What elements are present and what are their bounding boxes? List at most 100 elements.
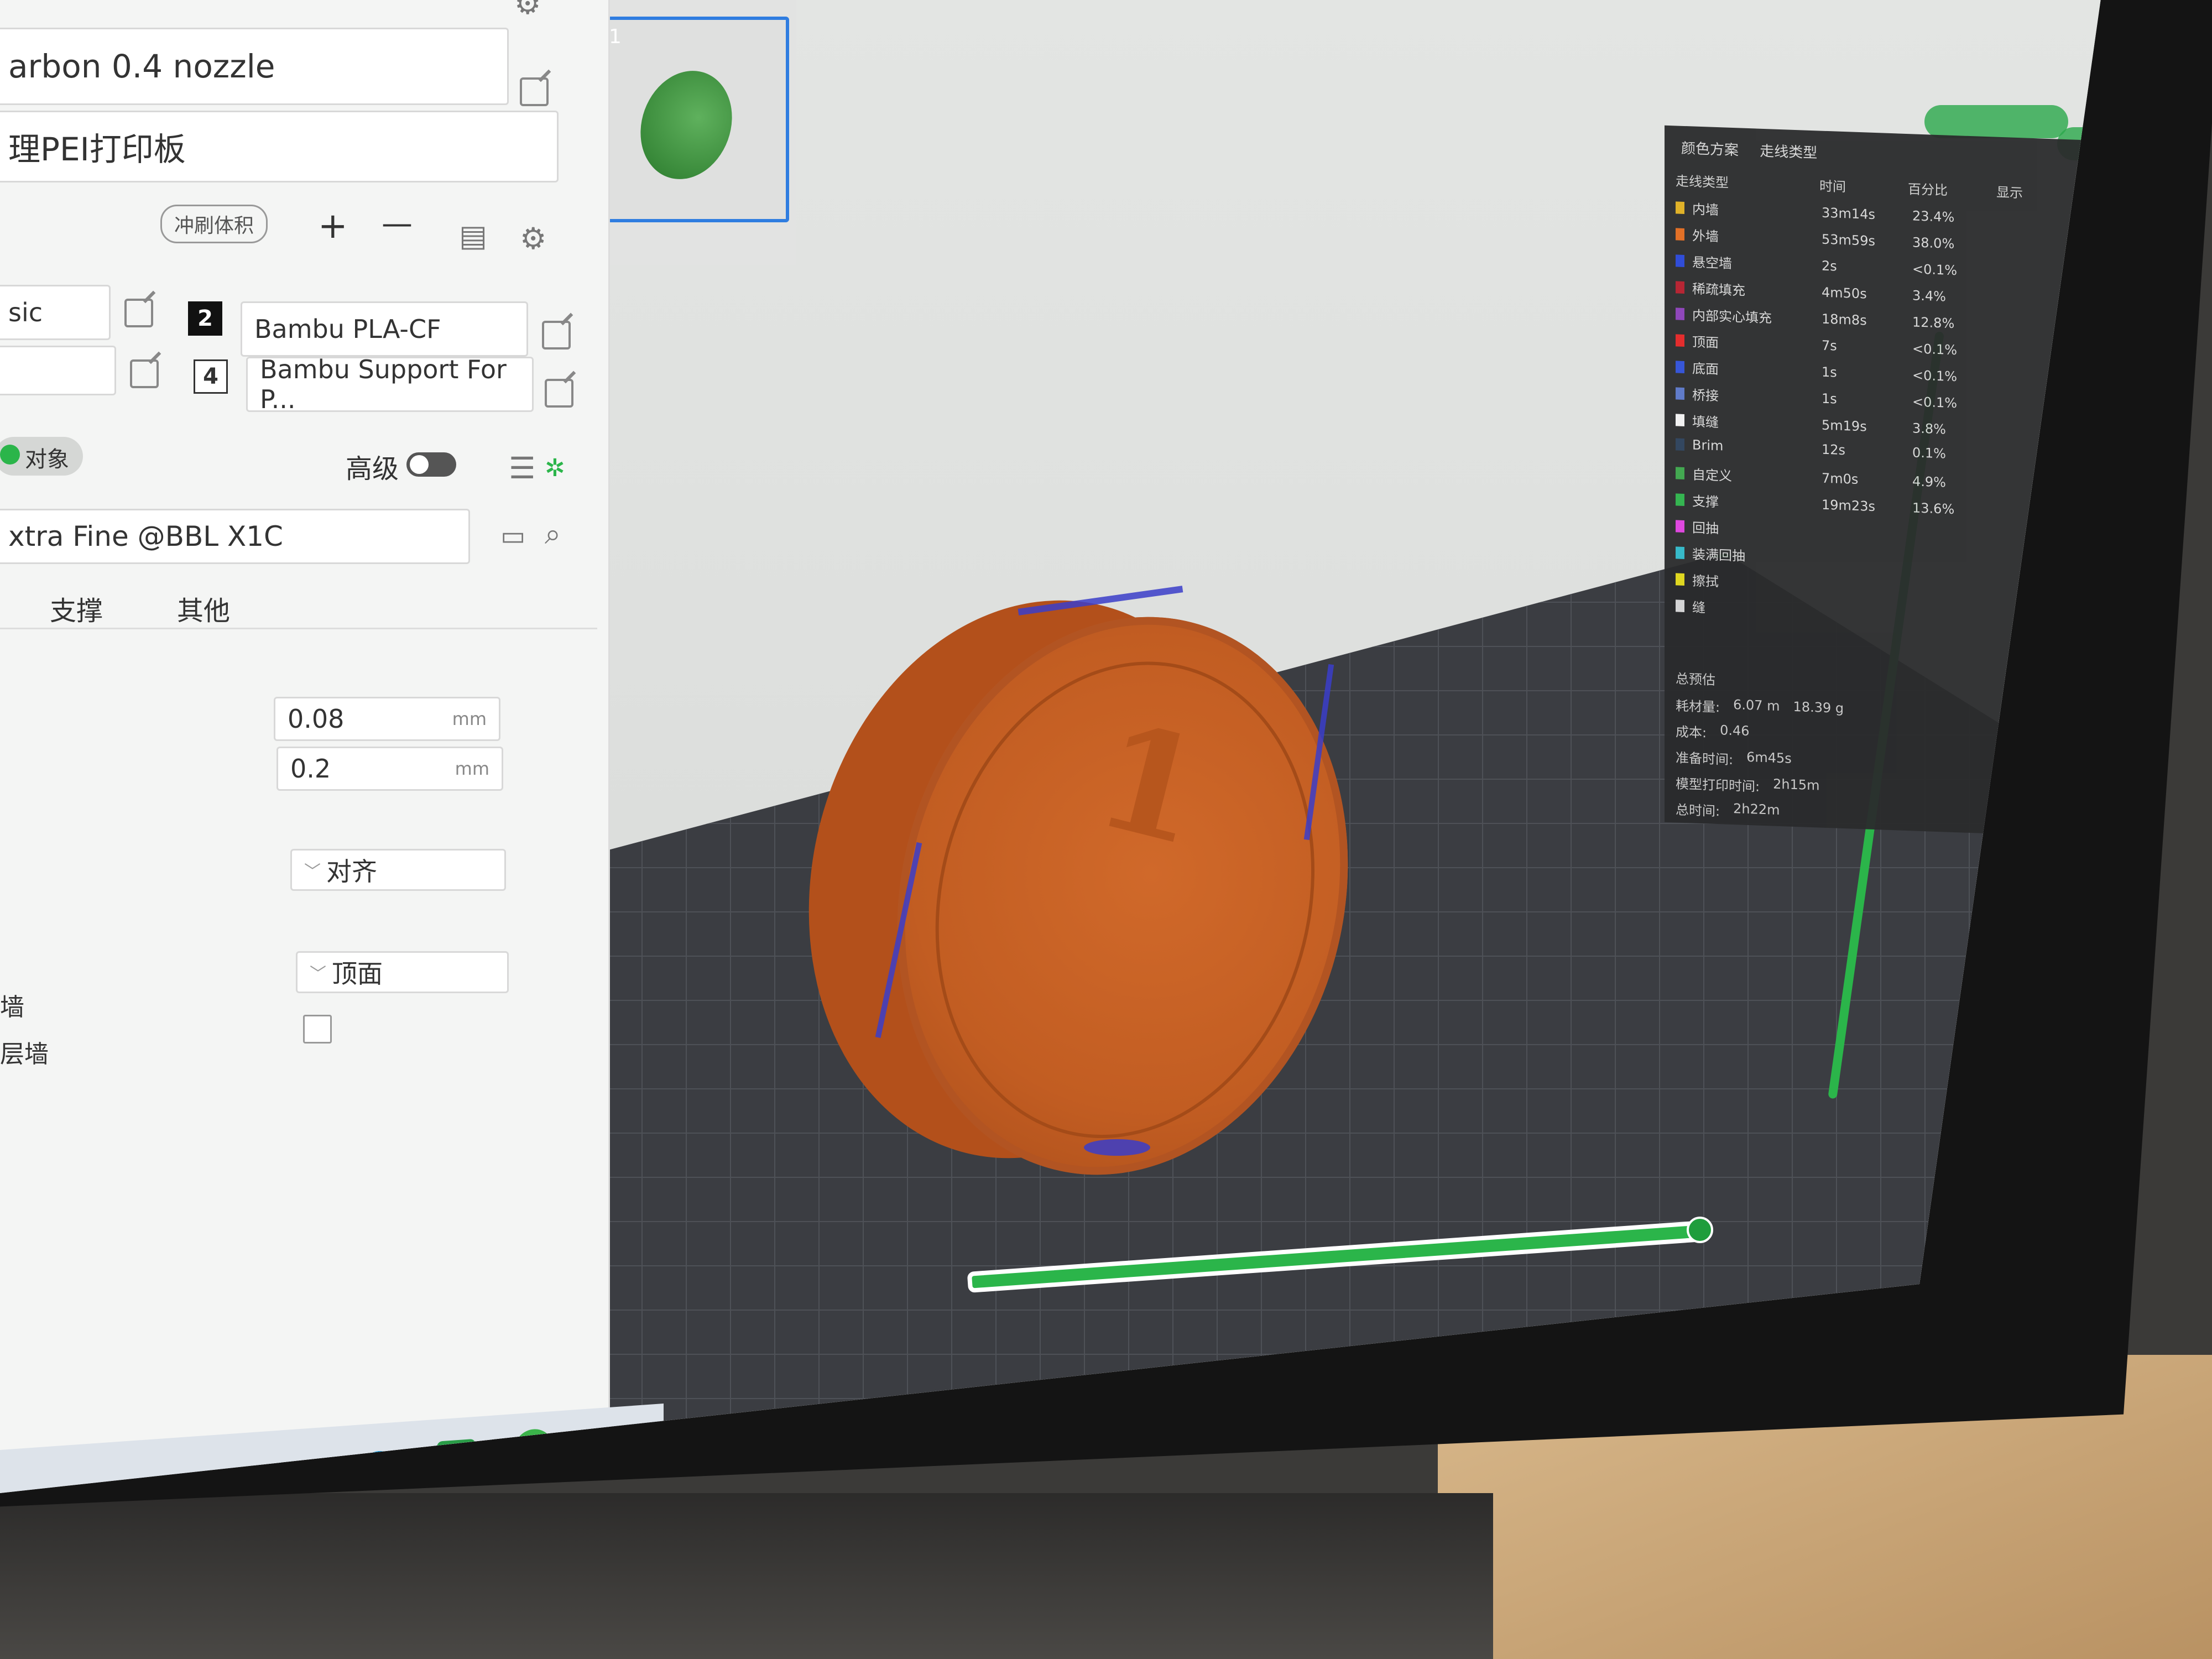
legend-type: 稀疏填充 (1692, 281, 1745, 299)
legend-col-type: 走线类型 (1676, 173, 1729, 191)
legend-percent (1912, 587, 1968, 589)
legend-time: 19m23s (1822, 497, 1875, 514)
edit-filament-icon[interactable] (542, 321, 571, 349)
legend-swatch (1676, 413, 1684, 426)
compare-icon[interactable]: ✲ (545, 456, 565, 481)
edit-printer-icon[interactable] (520, 77, 549, 106)
support-base (1084, 1139, 1150, 1156)
remove-filament-button[interactable]: — (382, 206, 413, 242)
legend-type: Brim (1692, 437, 1724, 454)
printer-select[interactable]: arbon 0.4 nozzle (0, 28, 509, 105)
object-mode-label: 对象 (25, 447, 69, 472)
edit-filament-icon[interactable] (130, 359, 159, 388)
summary-label: 成本: (1676, 724, 1707, 741)
filament-select-2[interactable]: Bambu Support For P... (246, 354, 534, 414)
filament-left-field-2[interactable] (0, 346, 116, 395)
legend-time (1822, 531, 1905, 534)
move-slider-knob[interactable] (1687, 1217, 1713, 1243)
legend-percent: <0.1% (1912, 367, 1958, 384)
seam-position-value: 对齐 (326, 857, 377, 886)
summary-label: 准备时间: (1676, 750, 1734, 768)
legend-swatch (1676, 227, 1684, 241)
slice-plate-button[interactable] (1924, 105, 2068, 138)
layer-height-unit: mm (452, 708, 487, 729)
legend-type: 内部实心填充 (1692, 307, 1772, 326)
legend-time: 7s (1822, 337, 1837, 354)
plate-thumbnail[interactable]: 1 (594, 17, 789, 222)
legend-time: 1s (1822, 390, 1837, 407)
first-layer-height-unit: mm (455, 758, 489, 779)
seam-position-select[interactable]: ﹀ 对齐 (290, 849, 506, 891)
first-layer-height-value: 0.2 (290, 754, 331, 784)
legend-percent: 23.4% (1912, 207, 1955, 225)
wall-label-2: 层墙 (0, 1040, 49, 1068)
top-surface-select[interactable]: ﹀ 顶面 (296, 951, 509, 993)
legend-swatch (1676, 466, 1684, 479)
legend-type: 支撑 (1692, 493, 1719, 510)
search-icon[interactable]: ⌕ (545, 520, 561, 549)
filament-slot-badge: 4 (194, 359, 228, 394)
legend-time: 53m59s (1822, 231, 1875, 249)
tab-others[interactable]: 其他 (177, 589, 230, 628)
top-surface-value: 顶面 (332, 959, 383, 989)
legend-swatch (1676, 493, 1684, 506)
summary-row: 模型打印时间: 2h15m (1676, 773, 1844, 798)
legend-percent: 3.4% (1912, 287, 1946, 305)
filament-select-1[interactable]: Bambu PLA-CF (241, 301, 528, 357)
legend-time: 7m0s (1822, 470, 1859, 487)
summary-value: 2h15m (1773, 776, 1820, 794)
list-view-icon[interactable]: ☰ (509, 453, 535, 483)
legend-swatch (1676, 387, 1684, 400)
legend-time: 18m8s (1822, 311, 1867, 328)
filament-left-field-1[interactable]: sic (0, 285, 111, 340)
layer-height-value: 0.08 (288, 704, 345, 734)
legend-percent: 0.1% (1912, 445, 1946, 462)
legend-header[interactable]: 颜色方案 走线类型 (1681, 137, 1817, 163)
legend-swatch (1676, 599, 1684, 612)
flush-volume-button[interactable]: 冲刷体积 (160, 205, 268, 243)
legend-swatch (1676, 333, 1684, 347)
advanced-toggle[interactable] (406, 452, 456, 477)
edit-filament-icon[interactable] (545, 379, 573, 408)
summary-title: 总预估 (1676, 671, 1715, 688)
legend-swatch (1676, 438, 1684, 451)
save-preset-icon[interactable]: ▭ (500, 523, 525, 549)
legend-time: 5m19s (1822, 417, 1867, 435)
legend-time: 1s (1822, 364, 1837, 380)
legend-percent: 3.8% (1912, 420, 1946, 437)
legend-type: 内墙 (1692, 201, 1719, 218)
object-mode-pill[interactable]: 对象 (0, 437, 83, 476)
wall-label: 墙 (0, 993, 24, 1021)
legend-type: 自定义 (1692, 467, 1732, 484)
legend-swatch (1676, 254, 1684, 267)
sync-filament-icon[interactable]: ▤ (459, 221, 487, 251)
legend-type: 顶面 (1692, 334, 1719, 351)
summary-row: 耗材量: 6.07 m 18.39 g (1676, 695, 1844, 720)
plate-type-select[interactable]: 理PEI打印板 (0, 111, 559, 182)
legend-type: 填缝 (1692, 414, 1719, 431)
legend-type: 底面 (1692, 361, 1719, 378)
legend-columns: 走线类型 时间 百分比 显示 (1676, 170, 2074, 203)
summary-row: 成本: 0.46 (1676, 721, 1844, 746)
color-scheme-select[interactable]: 走线类型 (1760, 143, 1817, 162)
tab-support[interactable]: 支撑 (50, 589, 103, 628)
mode-dot (0, 445, 20, 465)
first-layer-height-input[interactable]: 0.2 mm (276, 747, 503, 791)
edit-filament-icon[interactable] (124, 299, 153, 327)
process-profile-select[interactable]: xtra Fine @BBL X1C (0, 509, 470, 564)
gear-icon[interactable]: ⚙ (514, 0, 541, 19)
legend-time (1822, 584, 1905, 587)
layer-height-input[interactable]: 0.08 mm (274, 697, 500, 741)
summary-value: 0.46 (1720, 722, 1750, 739)
legend-percent: <0.1% (1912, 340, 1958, 358)
filament-slot-badge: 2 (188, 301, 222, 336)
summary-extra: 18.39 g (1793, 698, 1844, 717)
settings-panel: ⚙ arbon 0.4 nozzle 理PEI打印板 冲刷体积 + — ▤ ⚙ … (0, 0, 610, 1465)
option-checkbox[interactable] (303, 1015, 332, 1044)
summary-label: 总时间: (1676, 802, 1720, 820)
legend-col-show: 显示 (1996, 184, 2023, 201)
chevron-down-icon: ﹀ (310, 964, 326, 984)
add-filament-button[interactable]: + (318, 206, 348, 247)
settings-gear-icon[interactable]: ⚙ (520, 224, 546, 254)
screen: 1 颜色方案 走线类型 走线类型 时间 百分比 显示 内墙 33m14s 23.4%… (0, 0, 2101, 1493)
